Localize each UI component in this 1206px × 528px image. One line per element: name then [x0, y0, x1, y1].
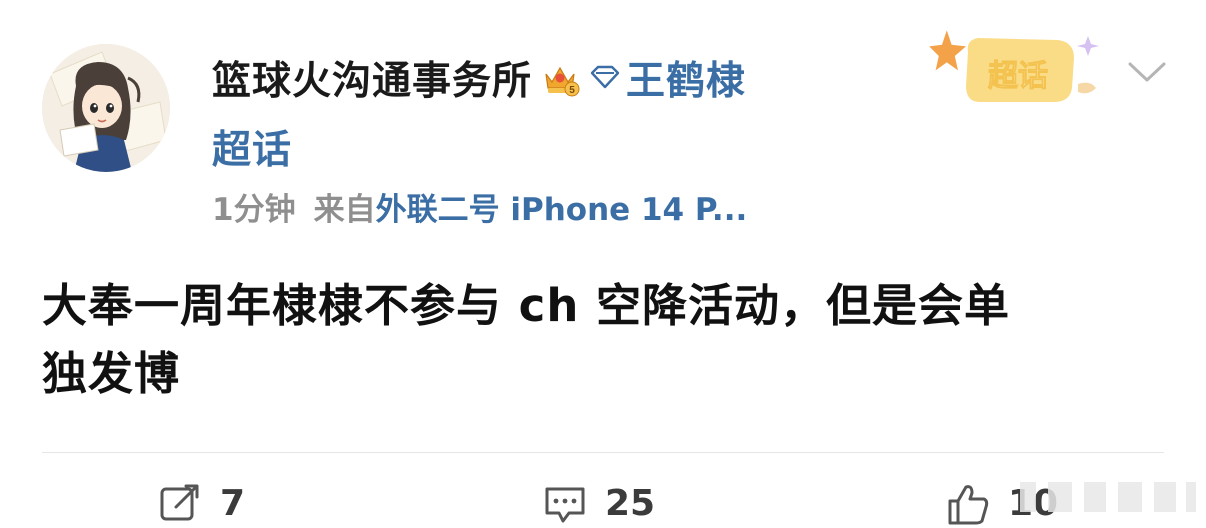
- comment-button[interactable]: 25: [543, 478, 655, 528]
- repost-button[interactable]: 7: [158, 478, 245, 528]
- diamond-icon: [590, 65, 620, 89]
- supertopic-tag[interactable]: 超话: [918, 22, 1110, 118]
- supertopic-tag-label: 超话: [988, 60, 1048, 93]
- post-body: 大奉一周年棣棣不参与 ch 空降活动，但是会单 独发博: [42, 272, 1172, 408]
- divider: [42, 452, 1164, 453]
- thumbs-up-icon: [948, 485, 989, 525]
- crown-level5-icon[interactable]: 5: [540, 58, 580, 98]
- comment-icon: [545, 487, 585, 523]
- star-icon: [929, 30, 966, 71]
- username[interactable]: 篮球火沟通事务所: [212, 50, 532, 106]
- comment-count: 25: [605, 482, 656, 524]
- avatar-image: [42, 44, 170, 172]
- avatar[interactable]: [42, 44, 170, 172]
- supertopic-suffix[interactable]: 超话: [212, 119, 292, 175]
- repost-icon: [160, 484, 199, 521]
- post-time: 1分钟: [212, 192, 296, 228]
- source-label: 来自: [313, 192, 376, 228]
- repost-count: 7: [220, 482, 246, 524]
- watermark: [1020, 482, 1196, 512]
- svg-text:5: 5: [569, 85, 575, 96]
- chevron-down-icon[interactable]: [1126, 58, 1168, 86]
- author-line: 篮球火沟通事务所 5 王鹤棣: [212, 50, 746, 106]
- supertopic-link[interactable]: 王鹤棣: [626, 50, 746, 106]
- source-device[interactable]: 外联二号 iPhone 14 P...: [376, 192, 748, 228]
- post-meta: 1分钟 来自外联二号 iPhone 14 P...: [212, 184, 747, 229]
- post-text-line: 独发博: [42, 347, 181, 400]
- post-text-line: 大奉一周年棣棣不参与 ch 空降活动，但是会单: [42, 279, 1011, 332]
